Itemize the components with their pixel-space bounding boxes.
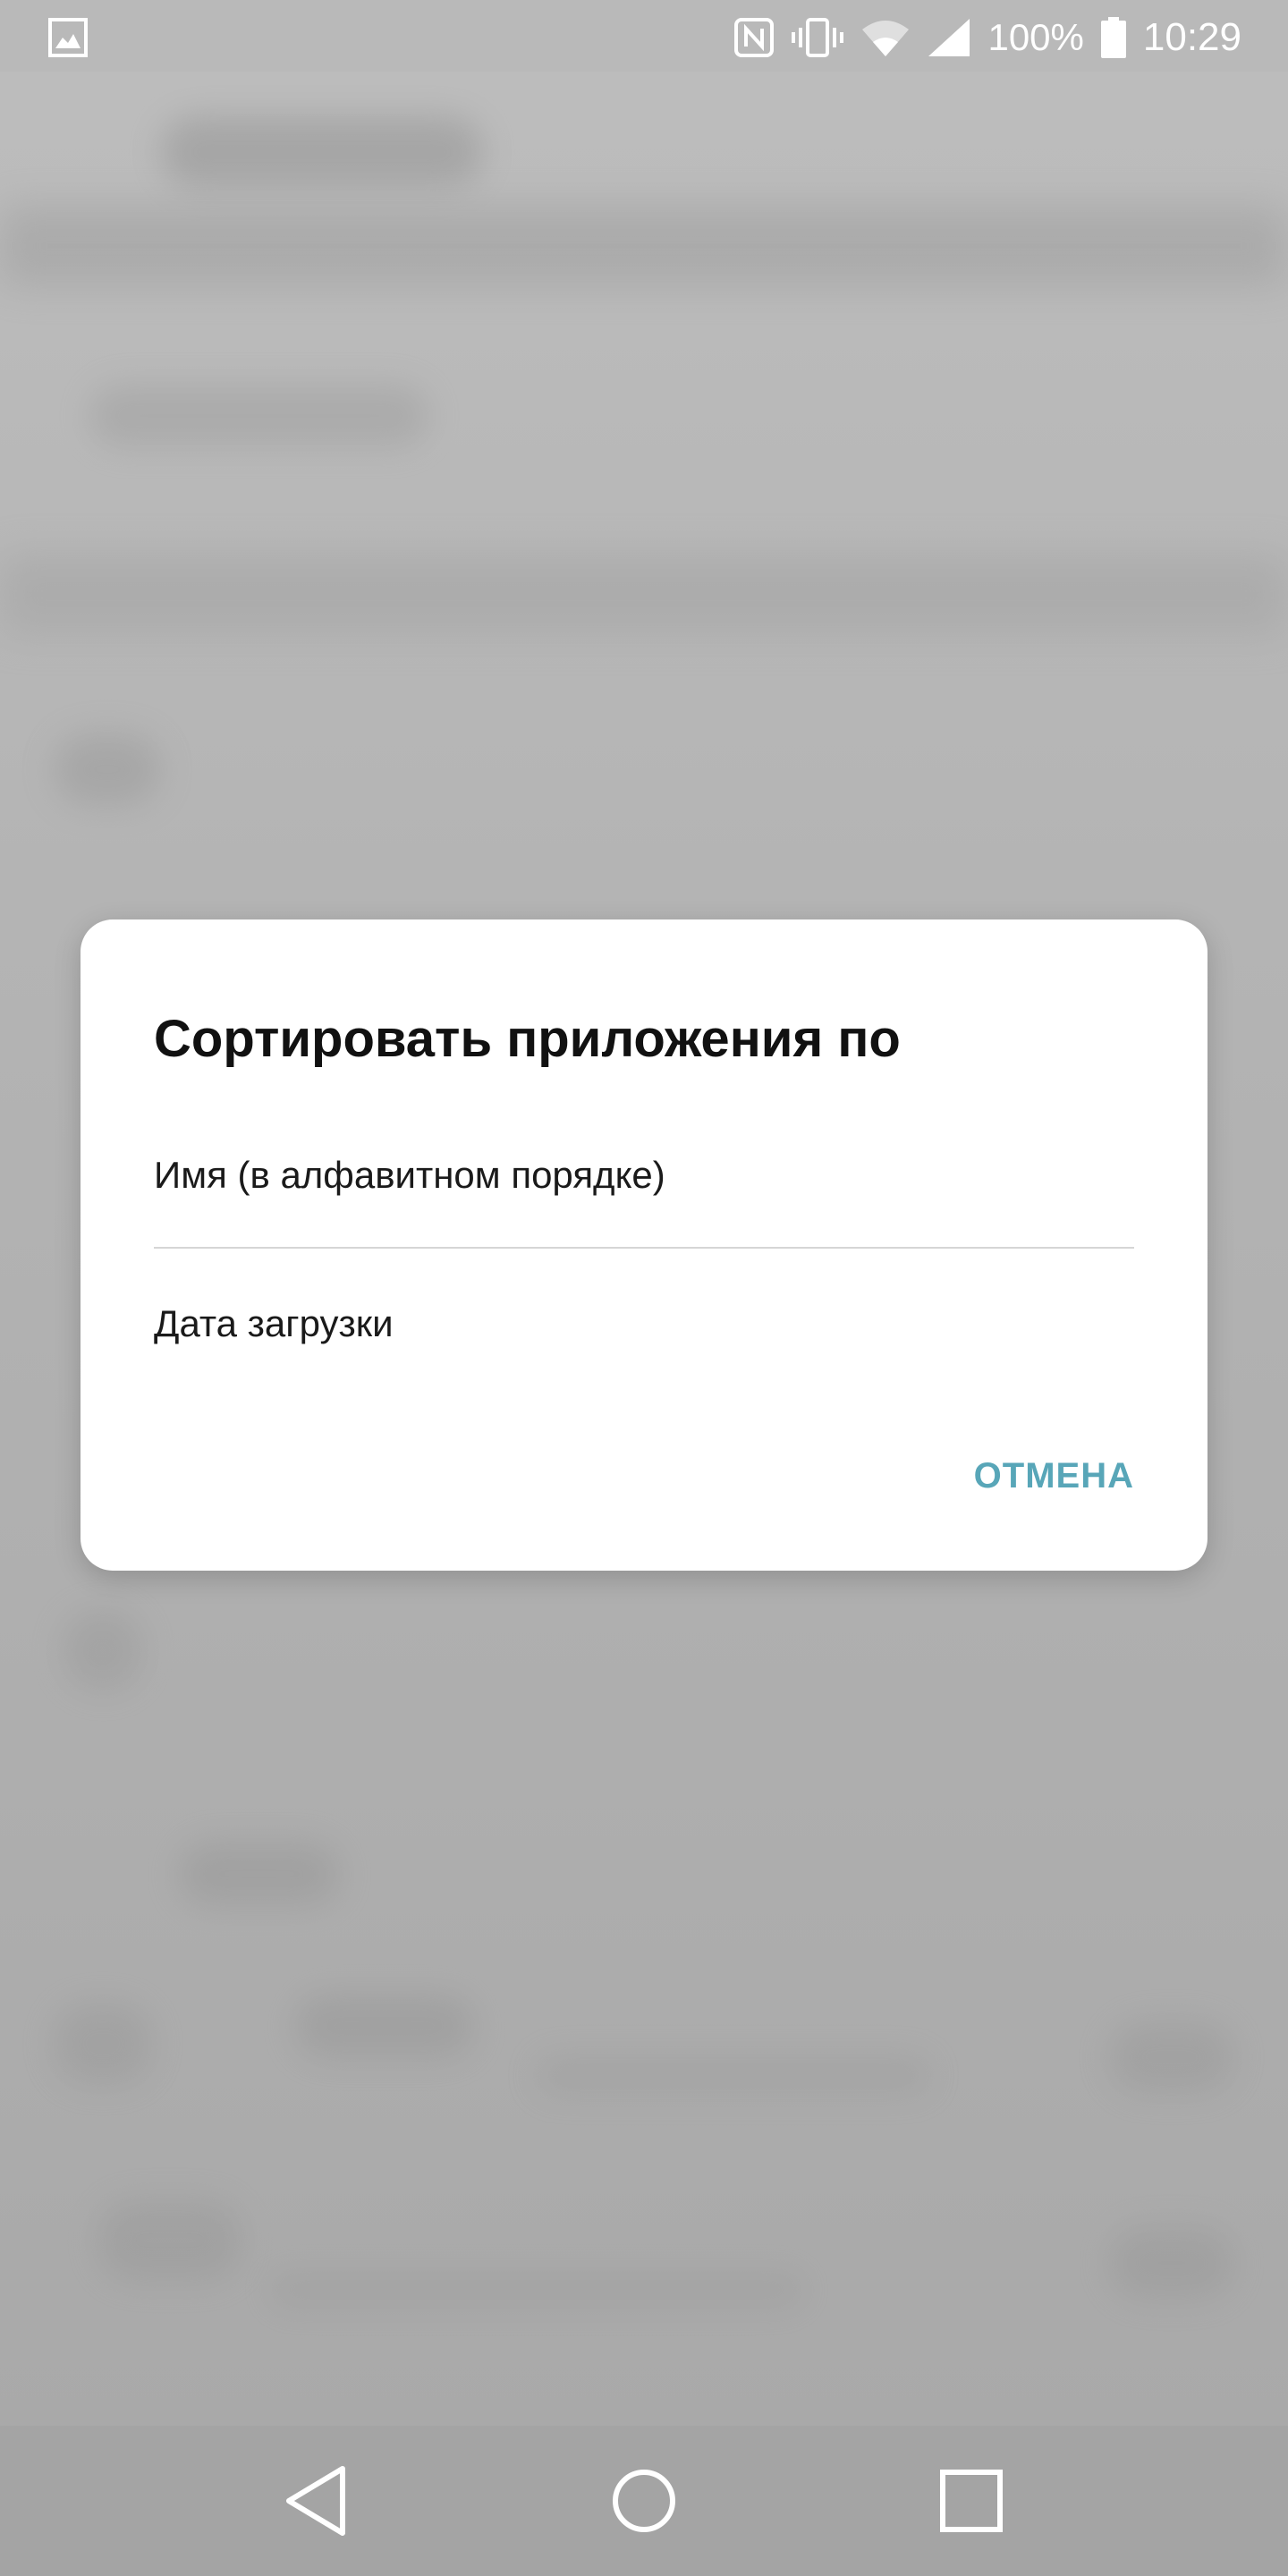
navigation-bar	[0, 2426, 1288, 2576]
sort-option-download-date[interactable]: Дата загрузки	[154, 1302, 1134, 1356]
sort-option-name[interactable]: Имя (в алфавитном порядке)	[154, 1154, 1134, 1208]
home-icon[interactable]	[599, 2456, 689, 2546]
dialog-title: Сортировать приложения по	[154, 1010, 901, 1068]
back-icon[interactable]	[271, 2456, 360, 2546]
recents-icon[interactable]	[927, 2456, 1016, 2546]
cancel-button[interactable]: ОТМЕНА	[974, 1456, 1134, 1496]
divider	[154, 1247, 1134, 1249]
sort-apps-dialog: Сортировать приложения по Имя (в алфавит…	[80, 919, 1208, 1571]
